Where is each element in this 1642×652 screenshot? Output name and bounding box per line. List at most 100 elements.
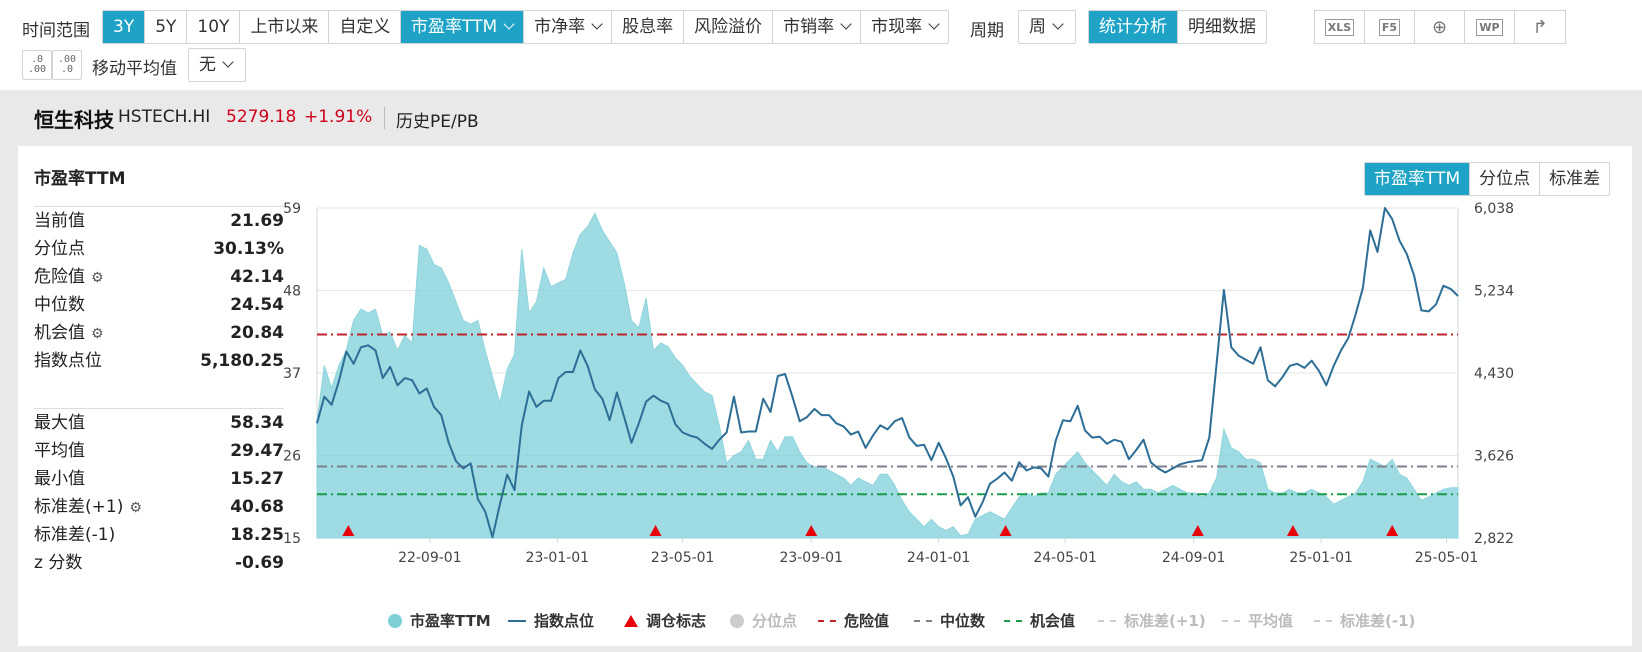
decimal-bottom-text: .00 <box>27 64 47 75</box>
index-price: 5279.18 <box>226 107 297 127</box>
x-tick-label: 22-09-01 <box>398 550 462 566</box>
time-range-4-button[interactable]: 自定义 <box>329 11 400 43</box>
chevron-down-icon <box>591 18 603 30</box>
legend-item[interactable]: 中位数 <box>914 606 985 636</box>
time-range-selector: 3Y 5Y 10Y 上市以来 自定义 <box>102 10 402 44</box>
time-range-3-button[interactable]: 上市以来 <box>240 11 330 43</box>
y-right-tick-label: 4,430 <box>1474 366 1514 382</box>
metric-tab-3[interactable]: 风险溢价 <box>684 11 774 43</box>
y-left-tick-label: 59 <box>283 201 301 217</box>
chart-legend: 市盈率TTM 指数点位 调仓标志 分位点 危险值 中位数 机会值 标准差(+1) 平均值 标准差(… <box>18 606 1632 636</box>
time-range-1-button[interactable]: 5Y <box>145 11 188 43</box>
legend-item[interactable]: 调仓标志 <box>624 606 706 636</box>
pe-chart: 59 48 37 26 15 6,038 5,234 4,430 3,626 2,822 22-09… <box>283 201 1514 566</box>
legend-marker-icon <box>818 620 836 622</box>
legend-marker-icon <box>1314 620 1332 622</box>
legend-label: 指数点位 <box>534 612 595 630</box>
metric-tab-label: 市净率 <box>534 17 586 37</box>
y-left-tick-label: 48 <box>283 284 301 300</box>
legend-item[interactable]: 危险值 <box>818 606 889 636</box>
metric-selector: 市盈率TTM 市净率 股息率 风险溢价 市销率 市现率 <box>400 10 950 44</box>
add-icon[interactable]: ⊕ <box>1415 11 1465 43</box>
legend-item[interactable]: 平均值 <box>1222 606 1293 636</box>
metric-tab-2[interactable]: 股息率 <box>612 11 685 43</box>
history-pe-pb-link[interactable]: 历史PE/PB <box>396 107 479 132</box>
metric-tab-0[interactable]: 市盈率TTM <box>401 11 525 43</box>
x-tick-label: 23-05-01 <box>651 550 715 566</box>
period-value: 周 <box>1029 17 1046 37</box>
x-tick-label: 24-01-01 <box>907 550 971 566</box>
chevron-down-icon <box>222 56 234 68</box>
header-divider <box>384 107 385 129</box>
metric-tab-1[interactable]: 市净率 <box>524 11 613 43</box>
legend-marker-icon <box>1004 620 1022 622</box>
legend-marker-icon <box>1098 620 1116 622</box>
legend-label: 调仓标志 <box>646 612 707 630</box>
y-right-tick-label: 2,822 <box>1474 531 1514 547</box>
legend-label: 平均值 <box>1248 612 1294 630</box>
decrease-decimals-button[interactable]: .00.0 <box>52 50 82 80</box>
legend-marker-icon <box>624 615 638 627</box>
y-right-tick-label: 6,038 <box>1474 201 1514 217</box>
x-tick-label: 24-05-01 <box>1033 550 1097 566</box>
moving-average-value: 无 <box>199 55 216 75</box>
refresh-f5-icon-glyph: F5 <box>1378 18 1401 36</box>
legend-marker-icon <box>730 614 744 628</box>
chevron-down-icon <box>840 18 852 30</box>
analysis-tabs: 统计分析 明细数据 <box>1088 10 1267 44</box>
y-right-tick-label: 5,234 <box>1474 284 1514 300</box>
decimal-bottom-text: .0 <box>60 64 74 75</box>
add-icon-glyph: ⊕ <box>1431 16 1448 38</box>
period-dropdown[interactable]: 周 <box>1018 10 1076 44</box>
y-left-tick-label: 37 <box>283 366 301 382</box>
legend-label: 分位点 <box>752 612 798 630</box>
y-left-tick-label: 15 <box>283 531 301 547</box>
legend-label: 机会值 <box>1030 612 1076 630</box>
legend-item[interactable]: 标准差(-1) <box>1314 606 1415 636</box>
period-label: 周期 <box>970 21 1004 41</box>
index-name: 恒生科技 <box>34 108 114 132</box>
time-range-2-button[interactable]: 10Y <box>187 11 241 43</box>
metric-tab-5[interactable]: 市现率 <box>861 11 948 43</box>
legend-label: 市盈率TTM <box>410 612 491 630</box>
time-range-0-button[interactable]: 3Y <box>103 11 146 43</box>
chart-panel: 市盈率TTM 市盈率TTM 分位点 标准差 当前值 21.69 分位点 30.13% 危险值… <box>18 146 1632 646</box>
toolbar-icon-group: XLS F5 ⊕ WP ↱ <box>1314 10 1566 44</box>
wp-icon-glyph: WP <box>1476 18 1503 36</box>
metric-tab-label: 风险溢价 <box>694 17 763 37</box>
index-header: 恒生科技 HSTECH.HI 5279.18 +1.91% 历史PE/PB <box>0 96 1642 140</box>
share-icon[interactable]: ↱ <box>1515 11 1565 43</box>
x-tick-label: 23-01-01 <box>526 550 590 566</box>
x-tick-label: 25-01-01 <box>1289 550 1353 566</box>
legend-marker-icon <box>388 614 402 628</box>
y-left-tick-label: 26 <box>283 449 301 465</box>
refresh-f5-icon[interactable]: F5 <box>1365 11 1415 43</box>
legend-item[interactable]: 指数点位 <box>508 606 594 636</box>
x-tick-label: 25-05-01 <box>1415 550 1479 566</box>
time-range-label: 时间范围 <box>22 21 90 41</box>
xls-export-icon-glyph: XLS <box>1324 18 1355 36</box>
metric-tab-label: 市现率 <box>871 17 923 37</box>
analysis-tab-0[interactable]: 统计分析 <box>1089 11 1178 43</box>
legend-item[interactable]: 市盈率TTM <box>388 606 491 636</box>
legend-label: 危险值 <box>844 612 890 630</box>
x-tick-label: 24-09-01 <box>1162 550 1226 566</box>
metric-tab-4[interactable]: 市销率 <box>773 11 862 43</box>
legend-item[interactable]: 分位点 <box>730 606 797 636</box>
share-icon-glyph: ↱ <box>1532 16 1548 38</box>
increase-decimals-button[interactable]: .0.00 <box>22 50 52 80</box>
legend-item[interactable]: 标准差(+1) <box>1098 606 1206 636</box>
metric-tab-label: 市销率 <box>783 17 835 37</box>
legend-label: 标准差(+1) <box>1124 612 1206 630</box>
moving-average-dropdown[interactable]: 无 <box>188 48 246 82</box>
pe-ttm-area <box>316 212 1459 539</box>
xls-export-icon[interactable]: XLS <box>1315 11 1365 43</box>
legend-marker-icon <box>508 620 526 622</box>
analysis-tab-1[interactable]: 明细数据 <box>1178 11 1266 43</box>
metric-tab-label: 股息率 <box>622 17 674 37</box>
chevron-down-icon <box>928 18 940 30</box>
legend-item[interactable]: 机会值 <box>1004 606 1075 636</box>
wp-icon[interactable]: WP <box>1465 11 1515 43</box>
index-change: +1.91% <box>304 107 373 127</box>
legend-label: 标准差(-1) <box>1340 612 1416 630</box>
